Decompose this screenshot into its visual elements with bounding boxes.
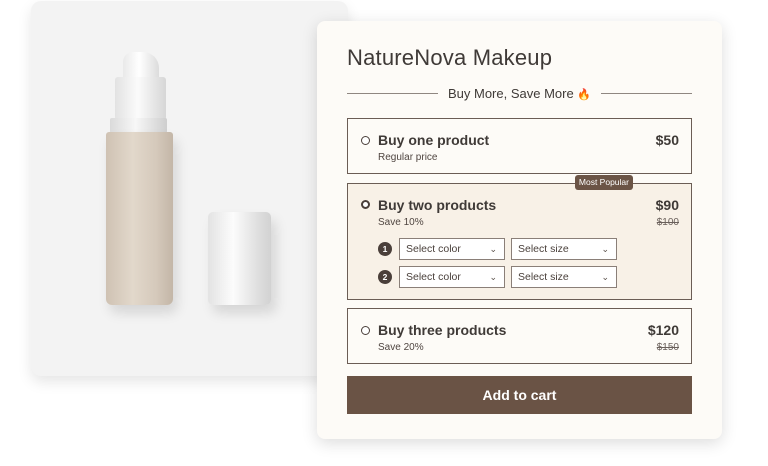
option-old-price: $150	[656, 342, 679, 353]
divider-line	[601, 92, 693, 94]
promo-text: Buy More, Save More	[447, 85, 574, 101]
divider-line	[347, 92, 438, 94]
option-title: Buy two products	[378, 197, 497, 213]
chevron-down-icon: ⌄	[489, 272, 497, 282]
radio-button[interactable]	[361, 136, 370, 145]
promo-divider: Buy More, Save More 🔥	[347, 83, 693, 103]
color-select-1[interactable]: Select color ⌄	[399, 238, 505, 260]
option-subtitle: Save 10%	[378, 217, 424, 228]
select-placeholder: Select size	[518, 271, 569, 283]
bundle-option-three[interactable]: Buy three products Save 20% $120 $150	[347, 308, 692, 364]
select-placeholder: Select size	[518, 243, 569, 255]
most-popular-badge: Most Popular	[574, 175, 633, 190]
bottle-body	[106, 132, 173, 305]
option-price: $90	[655, 197, 679, 213]
item-number-badge: 1	[378, 242, 392, 256]
option-subtitle: Save 20%	[378, 342, 424, 353]
bottle-cap-image	[208, 212, 271, 305]
bundle-option-two[interactable]: Most Popular Buy two products Save 10% $…	[347, 175, 692, 300]
select-placeholder: Select color	[406, 271, 461, 283]
bundle-offer-card: NatureNova Makeup Buy More, Save More 🔥 …	[317, 21, 722, 439]
bottle-pump	[115, 77, 166, 120]
product-image-card	[31, 1, 348, 376]
radio-button-selected[interactable]	[361, 200, 370, 209]
bottle-collar	[110, 118, 167, 133]
chevron-down-icon: ⌄	[489, 244, 497, 254]
add-to-cart-button[interactable]: Add to cart	[347, 376, 692, 414]
size-select-2[interactable]: Select size ⌄	[511, 266, 617, 288]
option-title: Buy one product	[378, 132, 490, 148]
fire-icon: 🔥	[577, 88, 592, 101]
chevron-down-icon: ⌄	[601, 272, 609, 282]
color-select-2[interactable]: Select color ⌄	[399, 266, 505, 288]
option-old-price: $100	[656, 217, 679, 228]
select-placeholder: Select color	[406, 243, 461, 255]
brand-title: NatureNova Makeup	[347, 45, 553, 70]
bundle-option-one[interactable]: Buy one product Regular price $50	[347, 118, 692, 174]
option-subtitle: Regular price	[378, 152, 438, 163]
chevron-down-icon: ⌄	[601, 244, 609, 254]
item-number-badge: 2	[378, 270, 392, 284]
option-price: $50	[655, 132, 679, 148]
option-title: Buy three products	[378, 322, 507, 338]
radio-button[interactable]	[361, 326, 370, 335]
size-select-1[interactable]: Select size ⌄	[511, 238, 617, 260]
promo-label: Buy More, Save More 🔥	[438, 86, 601, 101]
option-price: $120	[647, 322, 679, 338]
